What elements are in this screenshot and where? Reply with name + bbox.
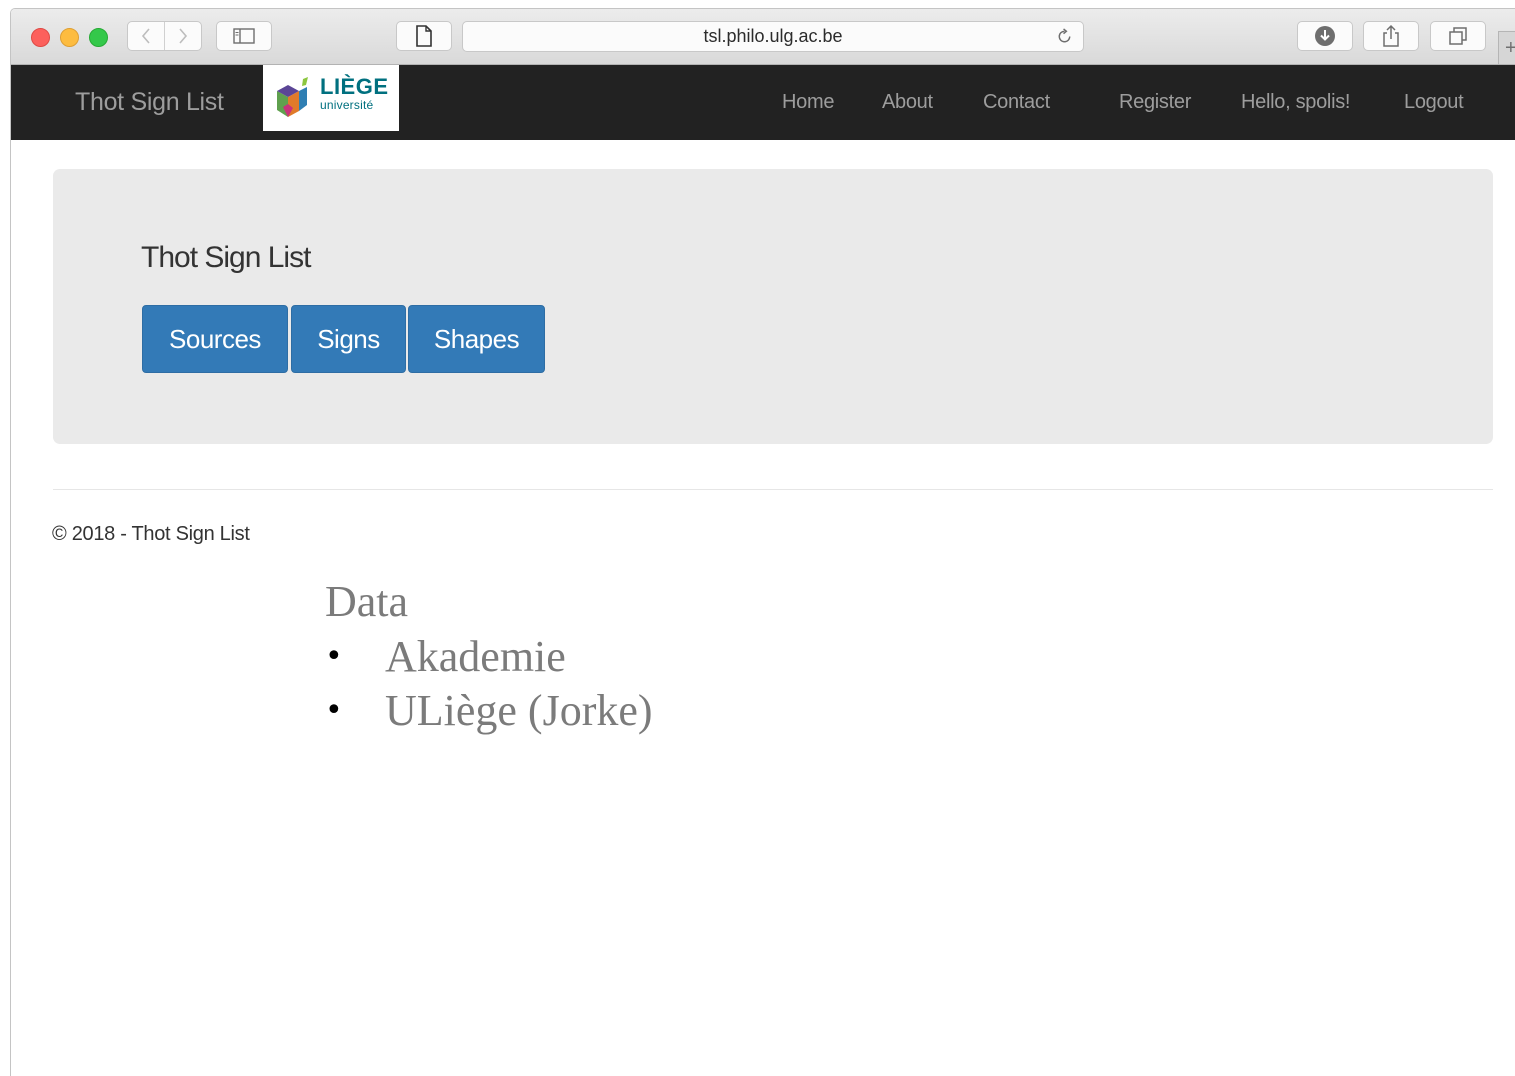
nav-link-logout[interactable]: Logout: [1404, 65, 1464, 140]
url-text: tsl.philo.ulg.ac.be: [703, 26, 843, 46]
uliege-logo[interactable]: LIÈGE université: [263, 65, 399, 131]
forward-button[interactable]: [164, 22, 201, 50]
page-menu-button[interactable]: [396, 21, 452, 51]
list-item: • Akademie: [325, 630, 653, 684]
site-navbar: Thot Sign List LIÈGE université Home Abo…: [11, 65, 1515, 140]
nav-link-user-greeting[interactable]: Hello, spolis!: [1241, 65, 1350, 140]
list-item-text: ULiège (Jorke): [385, 686, 653, 735]
browser-toolbar: tsl.philo.ulg.ac.be +: [11, 9, 1515, 65]
share-button[interactable]: [1363, 21, 1419, 51]
jumbotron: Thot Sign List Sources Signs Shapes: [53, 169, 1493, 444]
bullet-icon: •: [325, 693, 343, 728]
logo-wordmark: LIÈGE: [320, 74, 389, 99]
footer-divider: [53, 489, 1493, 490]
uliege-logo-mark: [277, 77, 308, 117]
show-tabs-button[interactable]: [1430, 21, 1486, 51]
share-icon: [1383, 24, 1399, 47]
sidebar-icon: [233, 28, 255, 44]
sources-button[interactable]: Sources: [142, 305, 288, 373]
chevron-right-icon: [179, 28, 188, 44]
slide-heading: Data: [325, 577, 409, 626]
sidebar-toggle-button[interactable]: [216, 21, 272, 51]
browser-window: tsl.philo.ulg.ac.be + Thot Sign List LI: [10, 8, 1515, 1076]
back-button[interactable]: [128, 22, 164, 50]
nav-link-contact[interactable]: Contact: [983, 65, 1050, 140]
download-icon: [1315, 26, 1335, 46]
signs-button[interactable]: Signs: [291, 305, 406, 373]
minimize-window-button[interactable]: [60, 28, 79, 47]
footer-copyright: © 2018 - Thot Sign List: [52, 523, 250, 545]
close-window-button[interactable]: [31, 28, 50, 47]
page-icon: [416, 25, 432, 47]
shapes-button[interactable]: Shapes: [408, 305, 545, 373]
address-bar[interactable]: tsl.philo.ulg.ac.be: [462, 21, 1084, 52]
bullet-icon: •: [325, 639, 343, 674]
list-item-text: Akademie: [385, 632, 566, 681]
slide-bullet-list: • Akademie • ULiège (Jorke): [325, 630, 653, 738]
list-item: • ULiège (Jorke): [325, 684, 653, 738]
downloads-button[interactable]: [1297, 21, 1353, 51]
new-tab-button[interactable]: +: [1498, 31, 1515, 64]
logo-subtitle: université: [320, 98, 374, 112]
tabs-icon: [1449, 27, 1467, 45]
reload-icon[interactable]: [1055, 27, 1074, 46]
navbar-brand[interactable]: Thot Sign List: [75, 65, 224, 140]
nav-link-register[interactable]: Register: [1119, 65, 1191, 140]
chevron-left-icon: [141, 28, 150, 44]
zoom-window-button[interactable]: [89, 28, 108, 47]
nav-link-about[interactable]: About: [882, 65, 933, 140]
history-navigation: [127, 21, 202, 51]
nav-link-home[interactable]: Home: [782, 65, 834, 140]
page-title: Thot Sign List: [141, 241, 311, 274]
